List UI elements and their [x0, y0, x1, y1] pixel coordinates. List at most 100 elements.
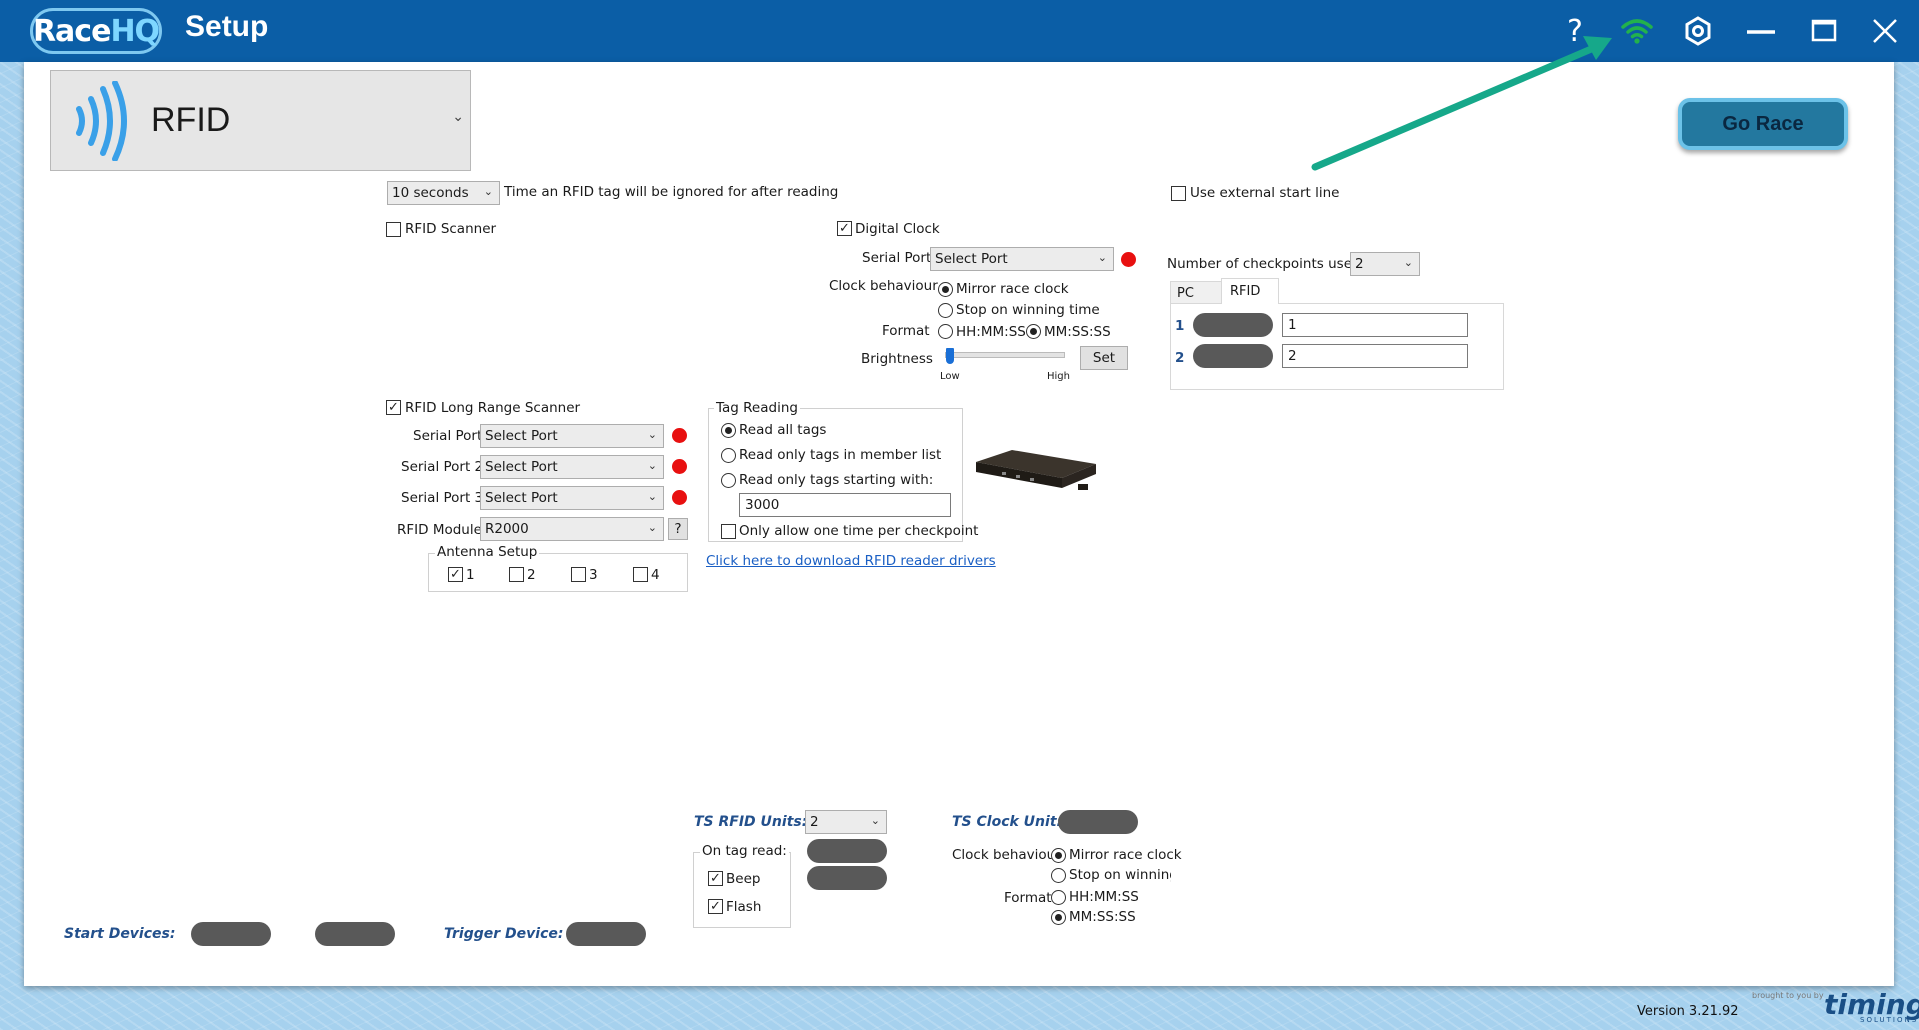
antenna-3-label: 3: [589, 567, 598, 583]
brand-subtitle: SOLUTIONS: [1860, 1016, 1919, 1024]
tab-pc[interactable]: PC: [1170, 281, 1222, 304]
ignore-time-select[interactable]: 10 seconds ⌄: [387, 181, 500, 205]
close-icon[interactable]: [1864, 10, 1906, 52]
clock-status-indicator: [1121, 252, 1136, 267]
antenna-setup-title: Antenna Setup: [435, 544, 540, 560]
ts-clock-unit-device[interactable]: [1058, 810, 1138, 834]
lr-serial-port-2-label: Serial Port 2: [401, 459, 484, 475]
lr-port-3-status-indicator: [672, 490, 687, 505]
antenna-3-checkbox[interactable]: [571, 567, 586, 582]
go-race-button[interactable]: Go Race: [1678, 98, 1848, 150]
lr-serial-port-2-value: Select Port: [485, 459, 558, 475]
minimize-icon[interactable]: [1740, 10, 1782, 52]
brightness-slider-track[interactable]: [945, 352, 1065, 358]
digital-clock-checkbox[interactable]: ✓: [837, 221, 852, 236]
ts-clock-behaviour-label: Clock behaviour: [952, 847, 1061, 863]
chevron-down-icon: ⌄: [647, 459, 657, 472]
start-device-1[interactable]: [191, 922, 271, 946]
flash-checkbox[interactable]: ✓: [708, 899, 723, 914]
read-all-tags-radio[interactable]: [721, 423, 736, 438]
clock-mirror-radio[interactable]: [938, 282, 953, 297]
antenna-1-checkbox[interactable]: ✓: [448, 567, 463, 582]
clock-serial-port-value: Select Port: [935, 251, 1008, 267]
beep-checkbox[interactable]: ✓: [708, 871, 723, 886]
clock-format-label: Format: [882, 323, 930, 339]
rfid-module-help-button[interactable]: ?: [668, 518, 688, 540]
clock-format-mmssss-radio[interactable]: [1026, 324, 1041, 339]
chevron-down-icon: ⌄: [452, 109, 464, 125]
brightness-slider-thumb[interactable]: [946, 348, 954, 364]
brand-tagline: brought to you by: [1752, 991, 1824, 1000]
lr-serial-port-1-select[interactable]: Select Port ⌄: [480, 424, 664, 448]
clock-stop-label: Stop on winning time: [956, 302, 1100, 318]
antenna-4-label: 4: [651, 567, 660, 583]
section-dropdown[interactable]: RFID ⌄: [50, 70, 471, 171]
once-per-checkpoint-checkbox[interactable]: [721, 524, 736, 539]
rfid-scanner-checkbox[interactable]: [386, 222, 401, 237]
long-range-checkbox[interactable]: ✓: [386, 400, 401, 415]
maximize-icon[interactable]: [1803, 10, 1845, 52]
clock-serial-port-select[interactable]: Select Port ⌄: [930, 247, 1114, 271]
chevron-down-icon: ⌄: [647, 490, 657, 503]
read-member-tags-label: Read only tags in member list: [739, 447, 942, 463]
brightness-low-label: Low: [940, 371, 960, 382]
checkpoint-num-2: 2: [1175, 350, 1185, 366]
ts-rfid-unit-1[interactable]: [807, 839, 887, 863]
lr-serial-port-1-value: Select Port: [485, 428, 558, 444]
read-prefix-tags-radio[interactable]: [721, 473, 736, 488]
digital-clock-label: Digital Clock: [855, 221, 940, 237]
clock-format-hhmmss-radio[interactable]: [938, 324, 953, 339]
ts-clock-format-mmssss-label: MM:SS:SS: [1069, 909, 1136, 925]
checkpoint-field-1[interactable]: 1: [1282, 313, 1468, 337]
ts-clock-format-mmssss-radio[interactable]: [1051, 910, 1066, 925]
clock-behaviour-label: Clock behaviour: [829, 278, 938, 294]
ts-clock-mirror-label: Mirror race clock: [1069, 847, 1182, 863]
read-member-tags-radio[interactable]: [721, 448, 736, 463]
on-tag-read-group: [693, 852, 791, 928]
version-label: Version 3.21.92: [1637, 1004, 1739, 1019]
lr-serial-port-2-select[interactable]: Select Port ⌄: [480, 455, 664, 479]
checkpoints-value: 2: [1355, 256, 1364, 272]
brightness-set-button[interactable]: Set: [1080, 346, 1128, 370]
ts-clock-format-hhmmss-radio[interactable]: [1051, 890, 1066, 905]
brightness-high-label: High: [1047, 371, 1070, 382]
long-range-label: RFID Long Range Scanner: [405, 400, 581, 416]
download-drivers-link[interactable]: Click here to download RFID reader drive…: [706, 553, 996, 569]
help-icon[interactable]: ?: [1554, 10, 1596, 52]
clock-format-mmssss-label: MM:SS:SS: [1044, 324, 1111, 340]
antenna-2-checkbox[interactable]: [509, 567, 524, 582]
ts-clock-stop-radio[interactable]: [1051, 868, 1066, 883]
ts-clock-format-label: Format: [1004, 890, 1052, 906]
wifi-icon[interactable]: [1616, 10, 1658, 52]
ts-clock-format-hhmmss-label: HH:MM:SS: [1069, 889, 1139, 905]
external-start-checkbox[interactable]: [1171, 186, 1186, 201]
read-all-tags-label: Read all tags: [739, 422, 827, 438]
start-device-2[interactable]: [315, 922, 395, 946]
checkpoint-field-2[interactable]: 2: [1282, 344, 1468, 368]
gear-icon[interactable]: [1677, 10, 1719, 52]
antenna-4-checkbox[interactable]: [633, 567, 648, 582]
clock-stop-radio[interactable]: [938, 303, 953, 318]
rfid-module-select[interactable]: R2000 ⌄: [480, 517, 664, 541]
clock-serial-port-label: Serial Port: [862, 250, 932, 266]
checkpoints-select[interactable]: 2 ⌄: [1350, 252, 1420, 276]
chevron-down-icon: ⌄: [647, 521, 657, 534]
checkpoint-device-2[interactable]: [1193, 344, 1273, 368]
chevron-down-icon: ⌄: [1403, 256, 1413, 269]
tab-rfid[interactable]: RFID: [1221, 278, 1279, 304]
ts-clock-mirror-radio[interactable]: [1051, 848, 1066, 863]
antenna-2-label: 2: [527, 567, 536, 583]
ts-rfid-units-select[interactable]: 2 ⌄: [805, 810, 887, 834]
clock-format-hhmmss-label: HH:MM:SS: [956, 324, 1026, 340]
logo-text-race: Race: [32, 13, 111, 49]
ts-rfid-units-value: 2: [810, 814, 819, 830]
lr-port-2-status-indicator: [672, 459, 687, 474]
lr-serial-port-3-select[interactable]: Select Port ⌄: [480, 486, 664, 510]
once-per-checkpoint-label: Only allow one time per checkpoint: [739, 523, 979, 539]
on-tag-read-title: On tag read:: [700, 843, 789, 859]
tag-prefix-input[interactable]: 3000: [739, 493, 951, 517]
flash-label: Flash: [726, 899, 762, 915]
ts-rfid-unit-2[interactable]: [807, 866, 887, 890]
checkpoint-device-1[interactable]: [1193, 313, 1273, 337]
trigger-device-1[interactable]: [566, 922, 646, 946]
